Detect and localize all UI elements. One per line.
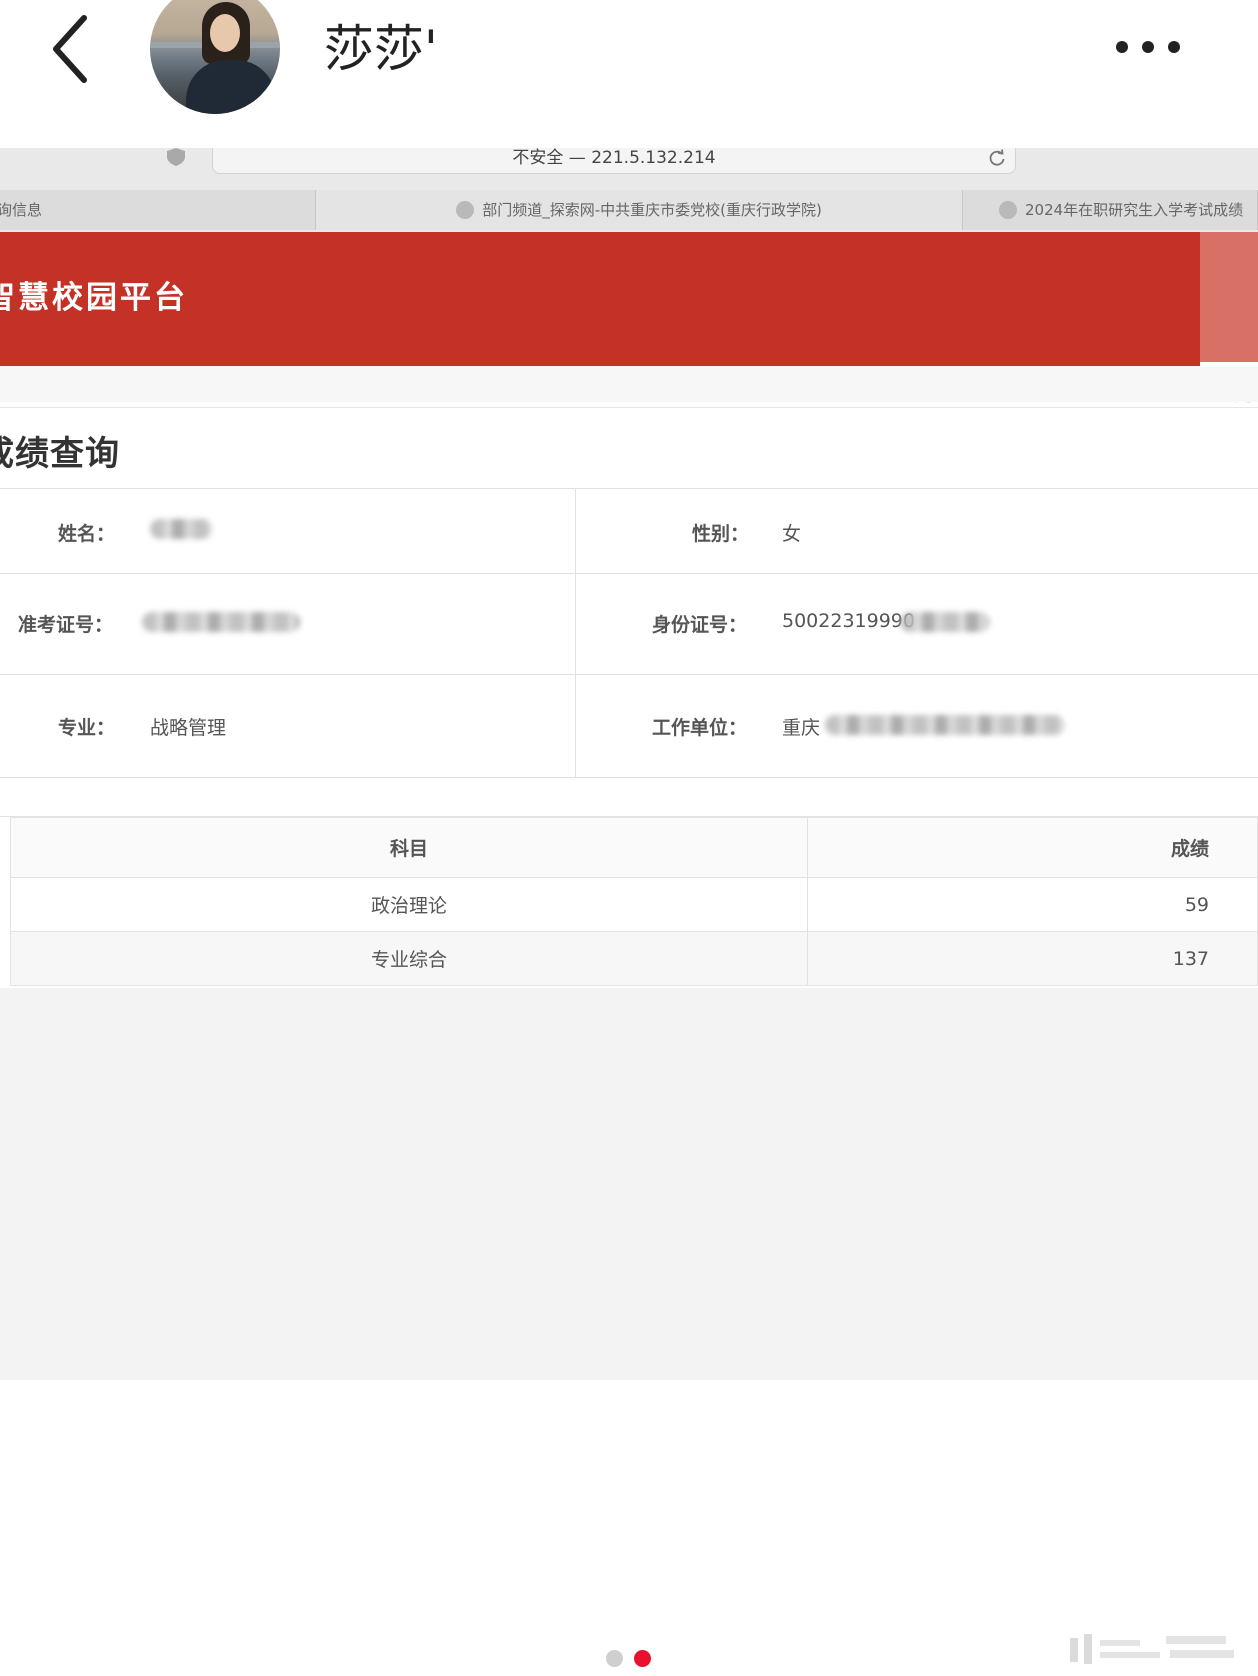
table-row: 专业综合 137 bbox=[10, 931, 1258, 986]
address-text: 不安全 — 221.5.132.214 bbox=[512, 148, 716, 168]
portal-banner: 智慧校园平台 bbox=[0, 232, 1200, 366]
id-number-value: 50022319990 bbox=[782, 610, 915, 632]
score-cell: 137 bbox=[807, 931, 1258, 986]
score-query-panel: 成绩查询 姓名： 性别： 女 准考证号： 身份证号： 50022319990 专… bbox=[0, 407, 1258, 784]
major-label: 专业： bbox=[58, 717, 116, 739]
browser-toolbar: 不安全 — 221.5.132.214 查询信息 部门频道_探索网-中共重庆市委… bbox=[0, 148, 1258, 232]
employer-label: 工作单位： bbox=[652, 717, 748, 739]
portal-title: 智慧校园平台 bbox=[0, 280, 188, 316]
scores-section: 科目 成绩 政治理论 59 专业综合 137 bbox=[0, 816, 1258, 986]
chevron-left-icon bbox=[53, 15, 87, 83]
table-row: 政治理论 59 bbox=[10, 877, 1258, 932]
redacted-name bbox=[150, 519, 212, 539]
info-row: 准考证号： 身份证号： 50022319990 bbox=[0, 574, 1258, 675]
info-row: 姓名： 性别： 女 bbox=[0, 489, 1258, 574]
score-cell: 59 bbox=[807, 877, 1258, 932]
pager-dot-active[interactable] bbox=[634, 1650, 651, 1667]
tab-label: 查询信息 bbox=[0, 201, 43, 219]
reload-icon[interactable] bbox=[987, 148, 1007, 168]
subject-cell: 政治理论 bbox=[10, 877, 808, 932]
more-horizontal-icon bbox=[1116, 41, 1128, 53]
back-button[interactable] bbox=[48, 14, 96, 84]
redacted-id-suffix bbox=[900, 612, 990, 632]
info-row: 专业： 战略管理 工作单位： 重庆 bbox=[0, 675, 1258, 778]
gender-label: 性别： bbox=[692, 523, 750, 545]
user-name[interactable]: 莎莎' bbox=[324, 14, 438, 84]
image-pager[interactable] bbox=[606, 1650, 651, 1668]
party-emblem-icon bbox=[456, 200, 475, 219]
name-label: 姓名： bbox=[58, 523, 116, 545]
major-value: 战略管理 bbox=[150, 717, 227, 739]
tab-label: 部门频道_探索网-中共重庆市委党校(重庆行政学院) bbox=[482, 201, 822, 219]
post-image[interactable]: 不安全 — 221.5.132.214 查询信息 部门频道_探索网-中共重庆市委… bbox=[0, 148, 1258, 1380]
empty-area bbox=[0, 988, 1258, 1380]
subject-header: 科目 bbox=[10, 817, 808, 878]
score-header: 成绩 bbox=[807, 817, 1258, 878]
subject-cell: 专业综合 bbox=[10, 931, 808, 986]
address-bar[interactable]: 不安全 — 221.5.132.214 bbox=[212, 148, 1016, 174]
shield-icon bbox=[167, 148, 185, 166]
candidate-info: 姓名： 性别： 女 准考证号： 身份证号： 50022319990 专业： 战略… bbox=[0, 488, 1258, 778]
scores-table: 科目 成绩 政治理论 59 专业综合 137 bbox=[10, 817, 1258, 986]
browser-tabbar: 查询信息 部门频道_探索网-中共重庆市委党校(重庆行政学院) 2024年在职研究… bbox=[0, 190, 1258, 230]
watermark-logo bbox=[1070, 1634, 1234, 1664]
tab-exam-scores[interactable]: 2024年在职研究生入学考试成绩 bbox=[963, 190, 1258, 230]
pager-dot[interactable] bbox=[606, 1650, 623, 1667]
tab-department-channel[interactable]: 部门频道_探索网-中共重庆市委党校(重庆行政学院) bbox=[316, 190, 963, 230]
tab-label: 2024年在职研究生入学考试成绩 bbox=[1025, 201, 1244, 219]
party-emblem-icon bbox=[999, 200, 1017, 219]
spacer bbox=[0, 366, 1258, 402]
post-header: 莎莎' bbox=[0, 0, 1258, 140]
banner-side-tab[interactable] bbox=[1200, 232, 1258, 362]
redacted-employer bbox=[825, 715, 1065, 735]
gender-value: 女 bbox=[782, 523, 802, 545]
id-number-label: 身份证号： bbox=[652, 614, 748, 636]
more-options-button[interactable] bbox=[1116, 30, 1196, 64]
avatar[interactable] bbox=[150, 0, 280, 114]
tab-query-info[interactable]: 查询信息 bbox=[0, 190, 316, 230]
employer-value: 重庆 bbox=[782, 717, 821, 739]
exam-number-label: 准考证号： bbox=[18, 614, 114, 636]
table-header-row: 科目 成绩 bbox=[10, 817, 1258, 878]
page-title: 成绩查询 bbox=[0, 434, 120, 474]
redacted-exam-number bbox=[142, 612, 300, 632]
